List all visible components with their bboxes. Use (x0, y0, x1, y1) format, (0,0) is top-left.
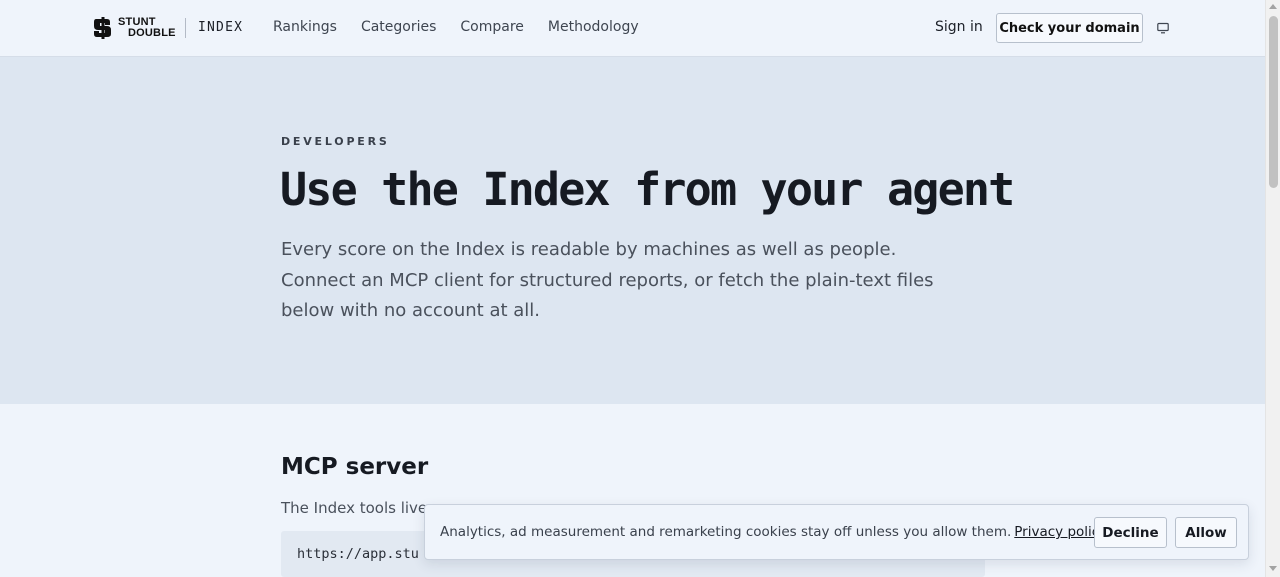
monitor-icon[interactable] (1157, 22, 1169, 34)
decline-button[interactable]: Decline (1094, 517, 1167, 548)
vertical-scrollbar[interactable] (1265, 0, 1280, 577)
nav-compare[interactable]: Compare (460, 19, 524, 35)
nav-categories[interactable]: Categories (361, 19, 436, 35)
main-nav: Rankings Categories Compare Methodology (273, 19, 639, 35)
mcp-server-text: The Index tools live (281, 499, 428, 517)
scroll-down-arrow-icon[interactable] (1269, 566, 1277, 571)
mcp-server-heading: MCP server (281, 454, 429, 480)
eyebrow-label: DEVELOPERS (281, 135, 390, 148)
cookie-banner: Analytics, ad measurement and remarketin… (424, 504, 1249, 560)
mcp-url-code: https://app.stu (297, 546, 419, 562)
cookie-text: Analytics, ad measurement and remarketin… (440, 524, 1012, 540)
logo-line-2: DOUBLE (128, 27, 176, 39)
cookie-message: Analytics, ad measurement and remarketin… (440, 524, 1107, 540)
hero-section (0, 57, 1265, 404)
check-your-domain-button[interactable]: Check your domain (996, 13, 1143, 43)
logo-wordmark[interactable]: STUNT DOUBLE (118, 17, 176, 39)
product-name[interactable]: INDEX (198, 20, 243, 35)
scroll-up-arrow-icon[interactable] (1269, 4, 1277, 9)
top-navigation-bar: STUNT DOUBLE INDEX Rankings Categories C… (0, 0, 1265, 57)
nav-rankings[interactable]: Rankings (273, 19, 337, 35)
sign-in-link[interactable]: Sign in (935, 19, 983, 35)
nav-methodology[interactable]: Methodology (548, 19, 639, 35)
scrollbar-thumb[interactable] (1269, 16, 1278, 188)
stunt-double-logo-icon[interactable] (93, 17, 113, 39)
hero-subtitle: Every score on the Index is readable by … (281, 239, 934, 321)
page-title: Use the Index from your agent (280, 163, 1015, 216)
logo-divider (185, 18, 186, 38)
allow-button[interactable]: Allow (1175, 517, 1237, 548)
